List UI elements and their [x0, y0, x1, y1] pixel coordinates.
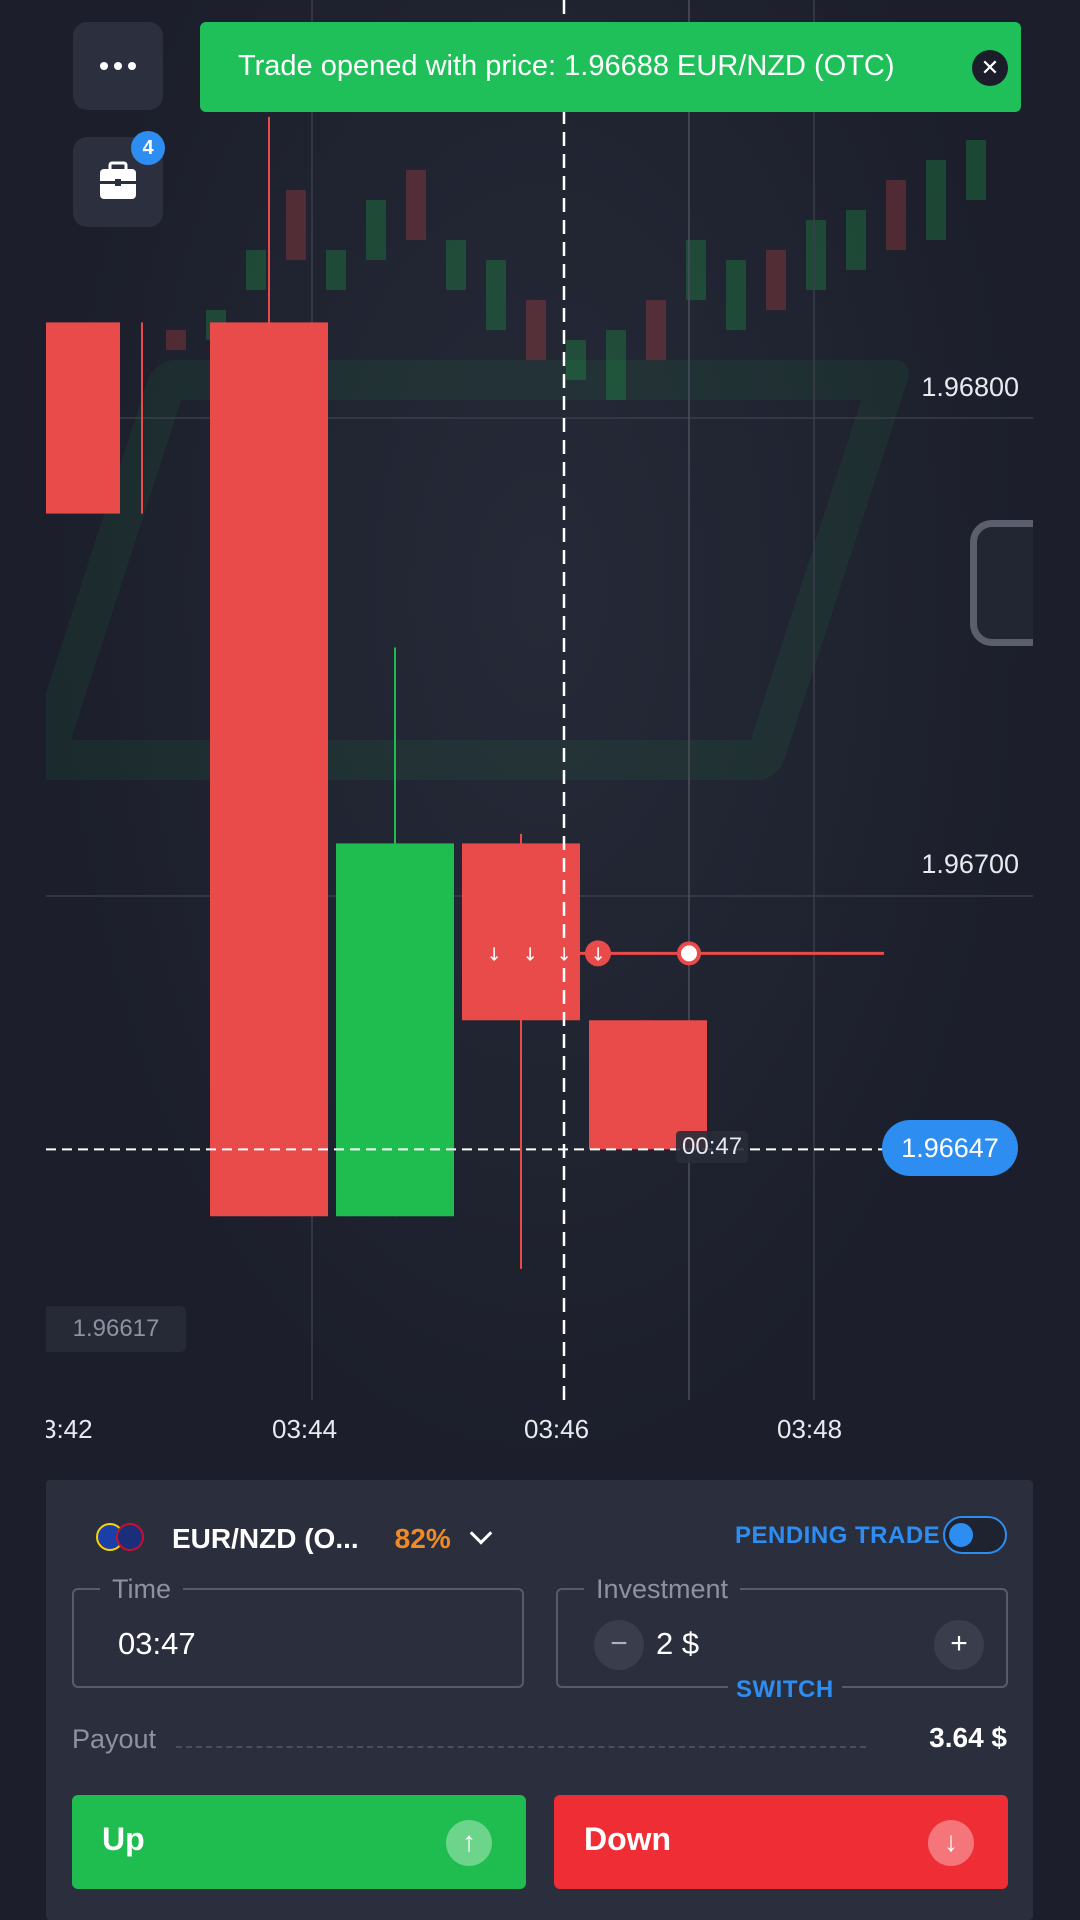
increase-investment-button[interactable]: +	[934, 1620, 984, 1670]
candles	[46, 116, 707, 1269]
arrow-up-icon: ↑	[446, 1820, 492, 1866]
trade-panel: EUR/NZD (O... 82% PENDING TRADE Time 03:…	[46, 1480, 1033, 1920]
background-candle	[766, 250, 786, 310]
price-label-2: 1.96700	[921, 849, 1019, 879]
menu-button[interactable]	[73, 22, 163, 110]
price-chart[interactable]: ↓ ↓ ↓ ↓ 1.96800 1.96700 1.96617 00:47 1.966…	[46, 0, 1033, 1480]
background-candle	[646, 300, 666, 360]
chart-grid	[46, 0, 1033, 1400]
price-label-1: 1.96800	[921, 372, 1019, 402]
trade-opened-toast: Trade opened with price: 1.96688 EUR/NZD…	[200, 22, 1021, 112]
down-label: Down	[584, 1821, 672, 1857]
payout-divider	[176, 1746, 866, 1748]
time-label-4: 03:48	[777, 1414, 843, 1444]
time-legend: Time	[100, 1574, 183, 1605]
svg-text:↓: ↓	[522, 944, 537, 965]
candle-body	[46, 322, 120, 514]
candle-body	[462, 843, 580, 1021]
candle-body	[589, 1020, 707, 1150]
up-button[interactable]: Up ↑	[72, 1795, 526, 1889]
asset-selector[interactable]: EUR/NZD (O... 82%	[96, 1514, 493, 1564]
investment-value: 2 $	[656, 1626, 700, 1661]
background-candle	[446, 240, 466, 290]
background-candle	[886, 180, 906, 250]
background-candle	[366, 200, 386, 260]
svg-text:↓: ↓	[556, 944, 571, 965]
switch-button[interactable]: SWITCH	[728, 1676, 842, 1704]
background-candle	[166, 330, 186, 350]
background-candle	[486, 260, 506, 330]
background-candle	[726, 260, 746, 330]
time-label-2: 03:44	[272, 1414, 338, 1444]
background-candle	[606, 330, 626, 400]
trade-marker: ↓ ↓ ↓ ↓	[476, 940, 884, 967]
payout-label: Payout	[72, 1724, 157, 1754]
trade-end-point	[677, 941, 701, 966]
background-candle	[566, 340, 586, 380]
background-candle	[966, 140, 986, 200]
close-icon[interactable]: ✕	[972, 50, 1008, 86]
decrease-investment-button[interactable]: −	[594, 1620, 644, 1670]
trading-app: ↓ ↓ ↓ ↓ 1.96800 1.96700 1.96617 00:47 1.966…	[46, 0, 1033, 1920]
countdown-label: 00:47	[676, 1131, 749, 1163]
toast-message: Trade opened with price: 1.96688 EUR/NZD…	[238, 50, 895, 82]
background-candle	[526, 300, 546, 360]
low-price-label: 1.96617	[46, 1306, 186, 1352]
background-candle	[326, 250, 346, 290]
candle-body	[210, 322, 328, 1217]
pending-trade-toggle[interactable]	[943, 1516, 1007, 1554]
side-tab-handle[interactable]	[970, 520, 1033, 646]
investment-legend: Investment	[584, 1574, 741, 1605]
investment-field[interactable]: Investment − 2 $ + SWITCH	[556, 1574, 1008, 1704]
time-label-3: 03:46	[524, 1414, 590, 1444]
svg-text:↓: ↓	[590, 944, 605, 965]
down-button[interactable]: Down ↓	[554, 1795, 1008, 1889]
background-candle	[286, 190, 306, 260]
time-label-1: 3:42	[46, 1414, 93, 1444]
chevron-down-icon	[469, 1522, 493, 1545]
background-candle	[806, 220, 826, 290]
asset-name: EUR/NZD (O...	[172, 1523, 359, 1554]
time-field[interactable]: Time 03:47	[72, 1574, 524, 1688]
payout-value: 3.64 $	[929, 1722, 1007, 1753]
currency-flag-icon	[96, 1523, 146, 1555]
up-label: Up	[102, 1821, 145, 1857]
pending-trade-label: PENDING TRADE	[735, 1522, 941, 1549]
more-icon	[100, 62, 108, 70]
time-value: 03:47	[118, 1626, 196, 1661]
arrow-down-icon: ↓	[928, 1820, 974, 1866]
candle-body	[336, 843, 454, 1217]
current-price-badge: 1.96647	[882, 1120, 1018, 1176]
background-candle	[926, 160, 946, 240]
background-candle	[246, 250, 266, 290]
svg-text:↓: ↓	[486, 944, 501, 965]
background-candle	[406, 170, 426, 240]
asset-payout-percent: 82%	[394, 1523, 451, 1554]
portfolio-count-badge: 4	[131, 131, 165, 165]
chart-canvas: ↓ ↓ ↓ ↓	[46, 0, 1033, 1400]
background-candle	[846, 210, 866, 270]
